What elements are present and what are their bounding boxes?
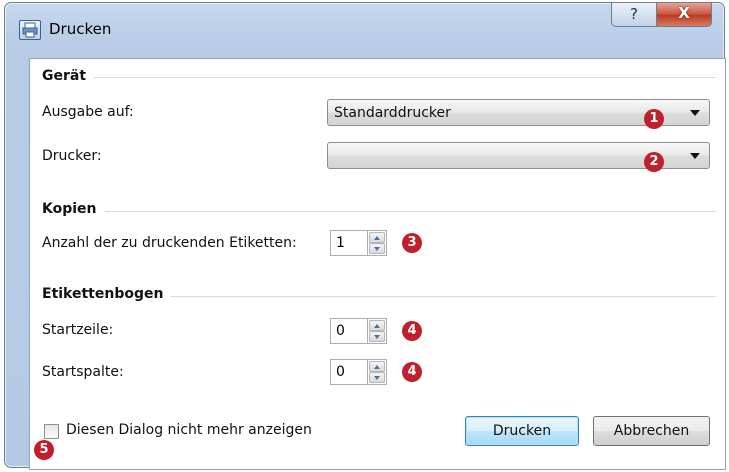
drucker-label: Drucker: <box>42 148 102 164</box>
chevron-down-icon <box>690 110 700 116</box>
callout-marker-4: 4 <box>402 321 422 341</box>
spin-down-button[interactable] <box>369 243 385 254</box>
spin-up-button[interactable] <box>369 232 385 243</box>
callout-marker-1: 1 <box>644 109 664 129</box>
section-header-kopien: Kopien <box>42 201 105 217</box>
window-title: Drucken <box>49 20 112 38</box>
title-bar: Drucken ? X <box>5 3 724 55</box>
dialog-content: Gerät Ausgabe auf: Standarddrucker 1 Dru… <box>29 58 726 470</box>
startspalte-label: Startspalte: <box>42 364 124 380</box>
spin-up-button[interactable] <box>369 361 385 372</box>
arrow-up-icon <box>374 324 380 328</box>
startzeile-label: Startzeile: <box>42 322 114 338</box>
print-button[interactable]: Drucken <box>465 416 579 446</box>
arrow-down-icon <box>374 376 380 380</box>
startzeile-input[interactable]: 0 <box>330 318 368 344</box>
section-divider <box>44 211 716 212</box>
anzahl-spinner <box>367 230 387 256</box>
ausgabe-label: Ausgabe auf: <box>42 104 134 120</box>
section-header-geraet: Gerät <box>42 68 95 84</box>
ausgabe-value: Standarddrucker <box>334 105 451 121</box>
spin-up-button[interactable] <box>369 320 385 331</box>
arrow-down-icon <box>374 335 380 339</box>
spin-down-button[interactable] <box>369 331 385 342</box>
startspalte-spinner <box>367 359 387 385</box>
arrow-up-icon <box>374 365 380 369</box>
cancel-button[interactable]: Abbrechen <box>593 416 710 446</box>
arrow-down-icon <box>374 247 380 251</box>
dont-show-again-checkbox[interactable] <box>44 424 59 439</box>
startzeile-spinner <box>367 318 387 344</box>
callout-marker-4b: 4 <box>402 362 422 382</box>
dont-show-again-label[interactable]: Diesen Dialog nicht mehr anzeigen <box>66 422 312 438</box>
close-button[interactable]: X <box>656 3 712 27</box>
section-header-etikettenbogen: Etikettenbogen <box>42 286 172 302</box>
anzahl-label: Anzahl der zu druckenden Etiketten: <box>42 235 297 251</box>
spin-down-button[interactable] <box>369 372 385 383</box>
callout-marker-3: 3 <box>402 233 422 253</box>
printer-app-icon <box>19 20 41 40</box>
callout-marker-2: 2 <box>644 152 664 172</box>
help-button[interactable]: ? <box>611 3 657 27</box>
chevron-down-icon <box>690 153 700 159</box>
callout-marker-5: 5 <box>34 440 54 460</box>
arrow-up-icon <box>374 236 380 240</box>
section-divider <box>44 77 716 78</box>
startspalte-input[interactable]: 0 <box>330 359 368 385</box>
print-dialog: Drucken ? X Gerät Ausgabe auf: Standardd… <box>4 2 726 470</box>
anzahl-input[interactable]: 1 <box>330 230 368 256</box>
